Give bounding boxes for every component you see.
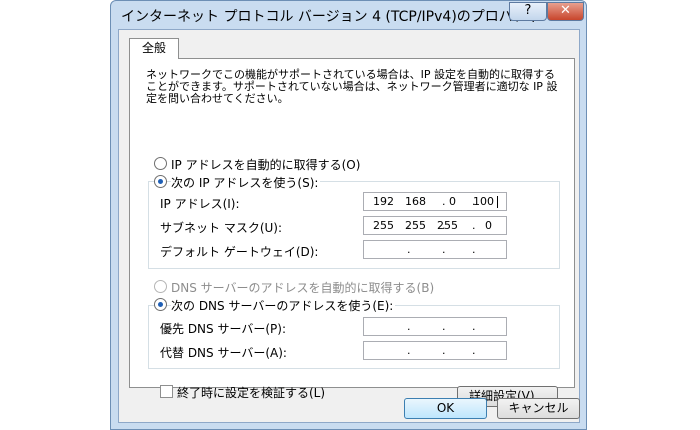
- dialog-title: インターネット プロトコル バージョン 4 (TCP/IPv4)のプロパティ: [121, 9, 540, 25]
- ip-address-input[interactable]: 192 . 168 . 0 . 100: [363, 192, 507, 211]
- ip-address-label: IP アドレス(I):: [160, 197, 240, 211]
- manual-dns-radio[interactable]: [154, 298, 167, 311]
- properties-dialog: インターネット プロトコル バージョン 4 (TCP/IPv4)のプロパティ ?…: [110, 0, 587, 430]
- auto-ip-radio[interactable]: [154, 157, 167, 170]
- manual-dns-label[interactable]: 次の DNS サーバーのアドレスを使う(E):: [171, 297, 396, 314]
- general-tab-panel: ネットワークでこの機能がサポートされている場合は、IP 設定を自動的に取得するこ…: [129, 58, 575, 407]
- preferred-dns-input[interactable]: . . .: [363, 317, 507, 336]
- validate-on-exit-label[interactable]: 終了時に設定を検証する(L): [177, 384, 325, 401]
- ok-button[interactable]: OK: [404, 398, 487, 419]
- default-gateway-label: デフォルト ゲートウェイ(D):: [160, 245, 319, 259]
- alternate-dns-label: 代替 DNS サーバー(A):: [160, 346, 287, 360]
- subnet-mask-label: サブネット マスク(U):: [160, 221, 283, 235]
- auto-dns-label[interactable]: DNS サーバーのアドレスを自動的に取得する(B): [171, 279, 434, 296]
- text-caret: [497, 196, 498, 208]
- auto-ip-label[interactable]: IP アドレスを自動的に取得する(O): [171, 156, 360, 173]
- preferred-dns-label: 優先 DNS サーバー(P):: [160, 322, 286, 336]
- description-text: ネットワークでこの機能がサポートされている場合は、IP 設定を自動的に取得するこ…: [146, 68, 558, 105]
- close-button[interactable]: ✕: [547, 2, 584, 21]
- auto-dns-radio[interactable]: [154, 280, 167, 293]
- dialog-client-area: 全般 ネットワークでこの機能がサポートされている場合は、IP 設定を自動的に取得…: [118, 29, 580, 423]
- manual-ip-radio[interactable]: [154, 175, 167, 188]
- tab-general[interactable]: 全般: [129, 38, 179, 59]
- manual-ip-label[interactable]: 次の IP アドレスを使う(S):: [171, 174, 321, 191]
- default-gateway-input[interactable]: . . .: [363, 240, 507, 259]
- subnet-mask-input[interactable]: 255 . 255 . 255 . 0: [363, 216, 507, 235]
- validate-on-exit-checkbox[interactable]: [160, 385, 173, 398]
- cancel-button[interactable]: キャンセル: [497, 398, 580, 419]
- alternate-dns-input[interactable]: . . .: [363, 341, 507, 360]
- help-button[interactable]: ?: [509, 2, 547, 21]
